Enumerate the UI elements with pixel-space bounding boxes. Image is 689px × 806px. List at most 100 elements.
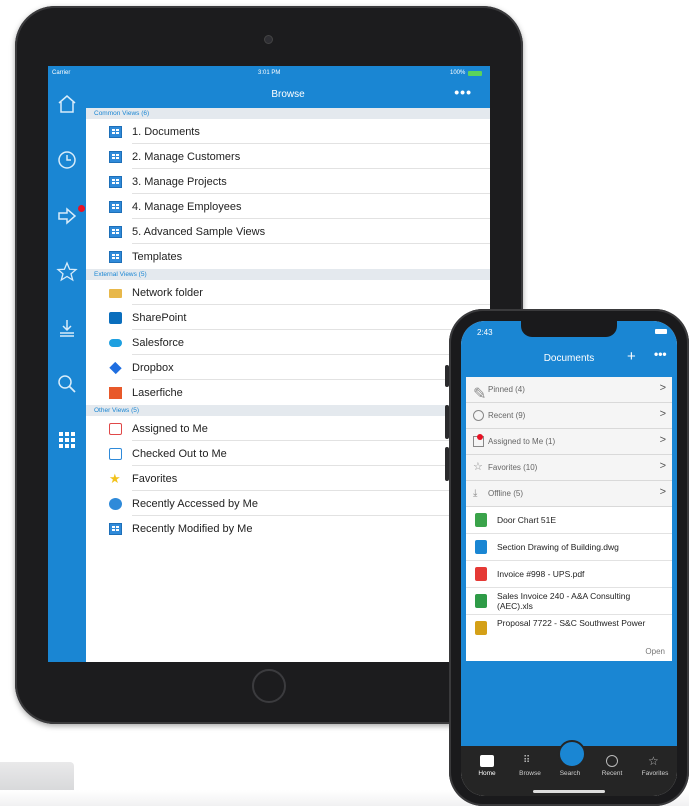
open-button[interactable]: Open: [466, 641, 672, 661]
list-item[interactable]: Recently Accessed by Me: [86, 491, 490, 516]
home-icon[interactable]: [56, 93, 78, 115]
pdf-icon: [475, 567, 487, 581]
list-item[interactable]: Recently Modified by Me: [86, 516, 490, 541]
view-grid-icon: [109, 176, 122, 188]
group-row[interactable]: ⤓ Offline (5) >: [466, 481, 672, 507]
sharepoint-icon: [109, 312, 122, 324]
favorites-icon[interactable]: [56, 261, 78, 283]
add-button[interactable]: +: [627, 348, 636, 365]
browse-grid-icon: ⠿: [523, 755, 531, 766]
assigned-icon: [109, 423, 122, 435]
group-row[interactable]: ☆ Favorites (10) >: [466, 455, 672, 481]
battery-icon: [468, 71, 482, 76]
list-item[interactable]: Templates: [86, 244, 490, 269]
tab-search[interactable]: Search: [550, 770, 590, 777]
tab-browse[interactable]: Browse: [510, 770, 550, 777]
offline-icon[interactable]: [56, 317, 78, 339]
file-green-icon: [475, 513, 487, 527]
file-row[interactable]: Sales Invoice 240 - A&A Consulting (AEC)…: [466, 588, 672, 615]
file-label: Sales Invoice 240 - A&A Consulting (AEC)…: [497, 591, 631, 611]
list-item[interactable]: Salesforce: [86, 330, 490, 355]
clock-icon: [606, 755, 618, 767]
assigned-icon[interactable]: [56, 205, 85, 227]
status-time: 2:43: [477, 328, 493, 337]
offline-icon: ⤓: [473, 488, 478, 499]
chevron-right-icon: >: [659, 460, 666, 472]
list-item-label: Dropbox: [132, 362, 174, 374]
more-menu-button[interactable]: •••: [454, 84, 472, 100]
clock-icon: [473, 410, 484, 421]
list-item-label: Favorites: [132, 473, 178, 485]
clock-icon: [109, 498, 122, 510]
list-item-label: 5. Advanced Sample Views: [132, 226, 266, 238]
page-title: Browse: [271, 89, 305, 100]
search-icon[interactable]: [56, 373, 78, 395]
section-header-external: External Views (5): [86, 269, 490, 280]
home-indicator: [533, 790, 605, 793]
books-icon: [475, 621, 487, 635]
phone-body: ✎ Pinned (4) > Recent (9) > Assigned to Me …: [461, 377, 677, 746]
tablet-status-bar: Carrier 3:01 PM 100%: [48, 66, 490, 81]
group-row[interactable]: Recent (9) >: [466, 403, 672, 429]
group-row[interactable]: Assigned to Me (1) >: [466, 429, 672, 455]
file-label: Section Drawing of Building.dwg: [497, 542, 619, 552]
salesforce-icon: [109, 339, 122, 347]
group-row[interactable]: ✎ Pinned (4) >: [466, 377, 672, 403]
checked-out-icon: [109, 448, 122, 460]
battery-label: 100%: [450, 70, 466, 76]
list-item[interactable]: Dropbox: [86, 355, 490, 380]
xls-icon: [475, 594, 487, 608]
chevron-right-icon: >: [659, 434, 666, 446]
star-icon: ☆: [648, 754, 659, 768]
group-label: Assigned to Me (1): [488, 437, 556, 446]
dwg-icon: [475, 540, 487, 554]
list-item[interactable]: 4. Manage Employees: [86, 194, 490, 219]
laserfiche-icon: [109, 387, 122, 399]
file-label: Invoice #998 - UPS.pdf: [497, 569, 585, 579]
list-item-label: Recently Modified by Me: [132, 523, 253, 535]
dropbox-icon: [109, 361, 122, 375]
phone-side-button: [445, 365, 449, 387]
list-item-label: SharePoint: [132, 312, 187, 324]
tab-home[interactable]: Home: [467, 770, 507, 777]
phone-device: 2:43 Documents + ••• ✎ Pinned (4) > Recent…: [445, 309, 689, 806]
list-item[interactable]: Checked Out to Me: [86, 441, 490, 466]
pin-icon: ✎: [473, 386, 487, 403]
list-item-label: 1. Documents: [132, 126, 200, 138]
list-item[interactable]: 1. Documents: [86, 119, 490, 144]
file-row[interactable]: Invoice #998 - UPS.pdf: [466, 561, 672, 588]
assigned-icon: [473, 434, 484, 447]
list-item-label: Recently Accessed by Me: [132, 498, 258, 510]
view-grid-icon: [109, 201, 122, 213]
more-menu-button[interactable]: •••: [654, 347, 667, 361]
list-item-label: 2. Manage Customers: [132, 151, 241, 163]
phone-side-button: [445, 447, 449, 481]
file-row[interactable]: Door Chart 51E: [466, 507, 672, 534]
recent-icon[interactable]: [56, 149, 78, 171]
section-header-other: Other Views (5): [86, 405, 490, 416]
list-item[interactable]: ★ Favorites: [86, 466, 490, 491]
home-icon: [480, 755, 494, 767]
list-item[interactable]: 3. Manage Projects: [86, 169, 490, 194]
list-item[interactable]: 5. Advanced Sample Views: [86, 219, 490, 244]
tablet-home-button[interactable]: [252, 669, 286, 703]
list-item-label: 4. Manage Employees: [132, 201, 242, 213]
file-row[interactable]: Proposal 7722 - S&C Southwest Power: [466, 615, 672, 641]
list-item[interactable]: SharePoint: [86, 305, 490, 330]
browse-grid-icon[interactable]: [56, 429, 78, 451]
group-list: ✎ Pinned (4) > Recent (9) > Assigned to Me …: [466, 377, 672, 661]
file-row[interactable]: Section Drawing of Building.dwg: [466, 534, 672, 561]
chevron-right-icon: >: [659, 486, 666, 498]
list-item-label: Checked Out to Me: [132, 448, 227, 460]
list-item[interactable]: Network folder: [86, 280, 490, 305]
list-item[interactable]: Assigned to Me: [86, 416, 490, 441]
list-item[interactable]: 2. Manage Customers: [86, 144, 490, 169]
tablet-camera: [264, 35, 273, 44]
view-grid-icon: [109, 251, 122, 263]
view-grid-icon: [109, 226, 122, 238]
list-item[interactable]: Laserfiche: [86, 380, 490, 405]
tab-recent[interactable]: Recent: [592, 770, 632, 777]
browse-list: Common Views (6) 1. Documents 2. Manage …: [86, 108, 490, 662]
tab-favorites[interactable]: Favorites: [635, 770, 675, 777]
list-item-label: 3. Manage Projects: [132, 176, 227, 188]
